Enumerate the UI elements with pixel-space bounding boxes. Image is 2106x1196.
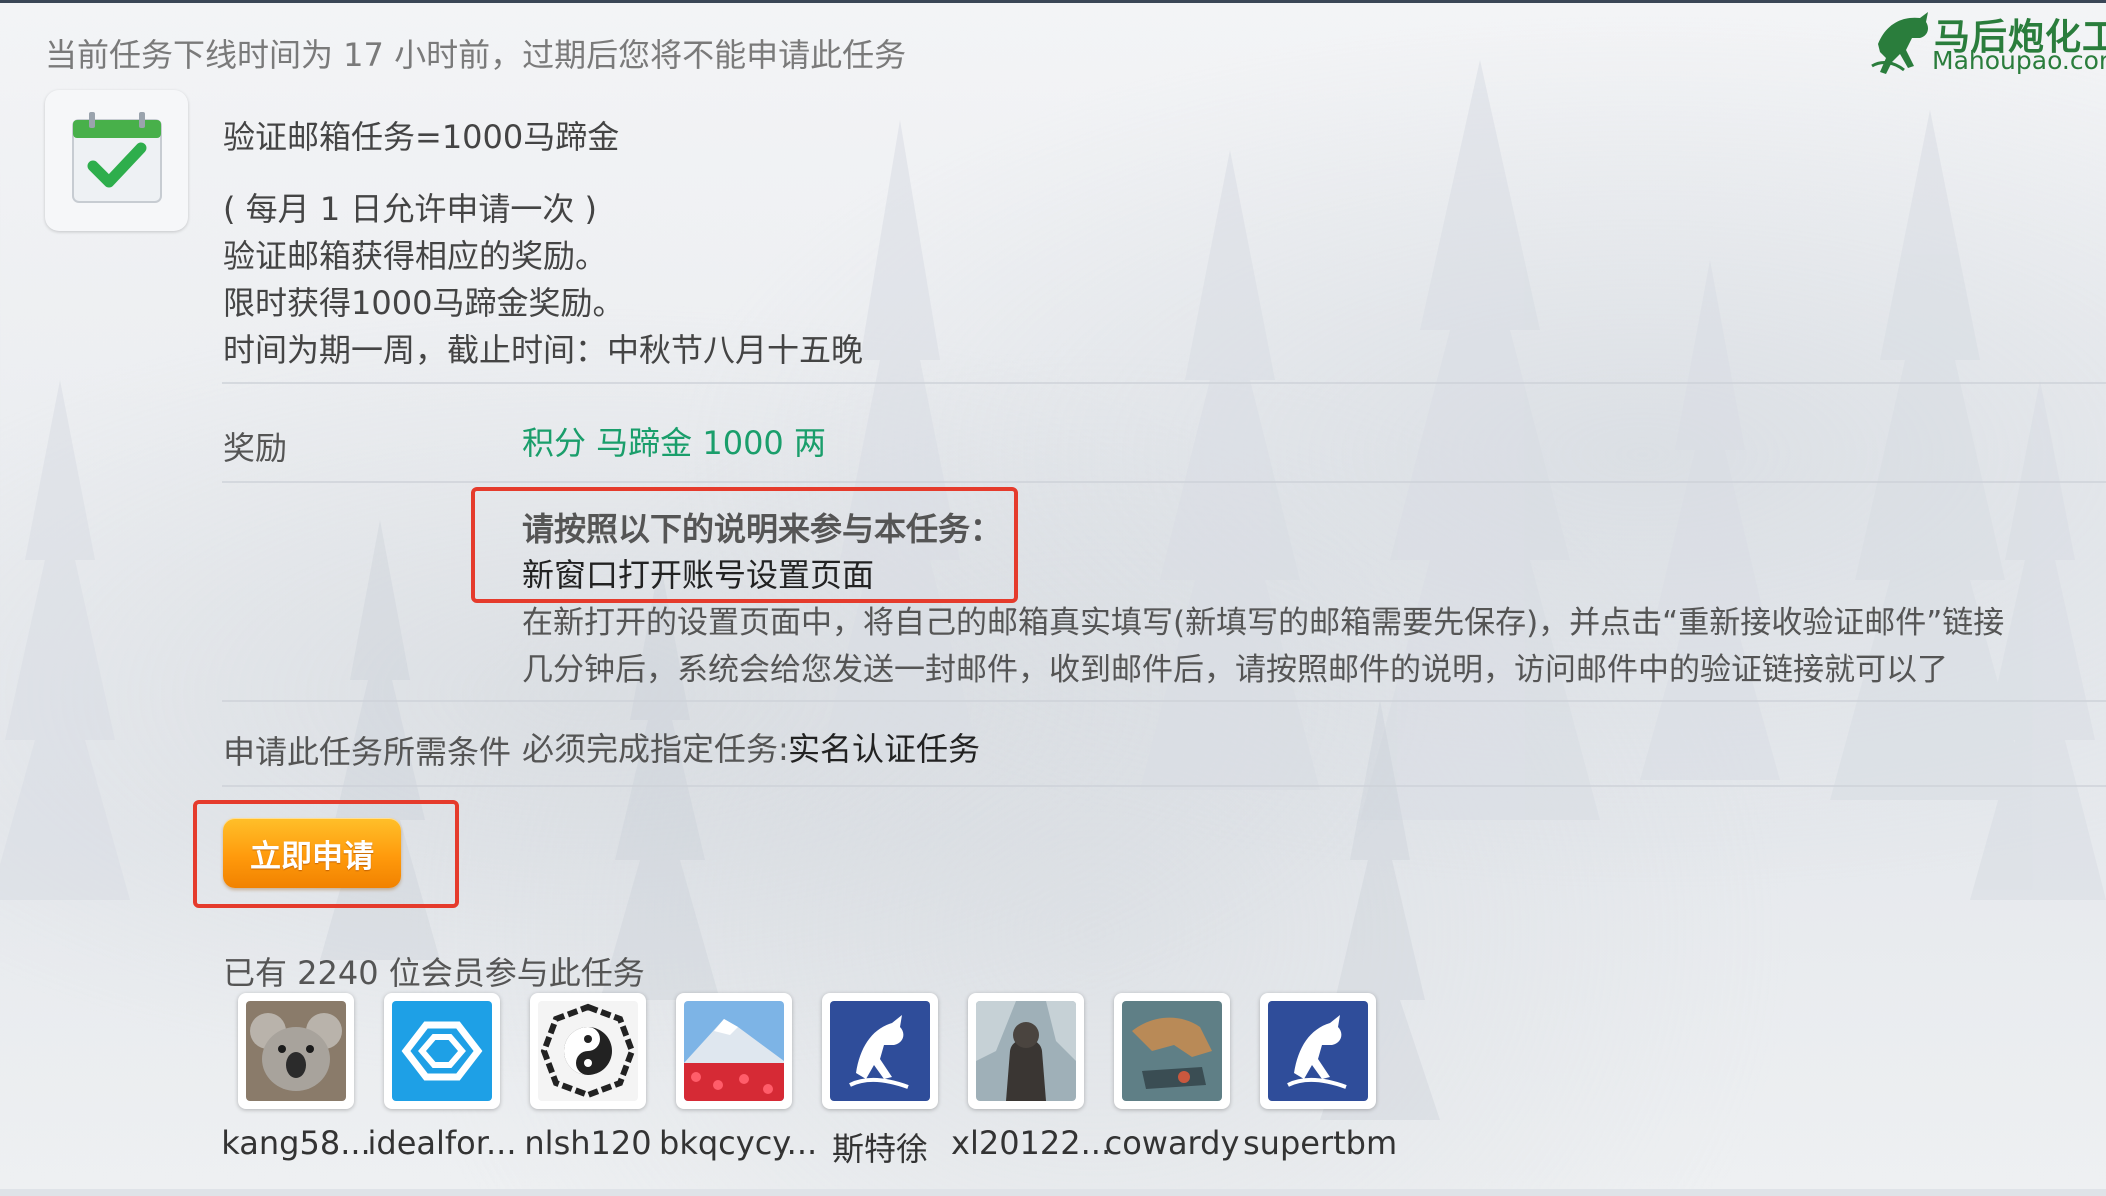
divider bbox=[222, 700, 2106, 702]
divider bbox=[222, 382, 2106, 384]
reward-value: 积分 马蹄金 1000 两 bbox=[522, 424, 826, 462]
task-desc-line: 时间为期一周，截止时间：中秋节八月十五晚 bbox=[223, 331, 864, 369]
member-name[interactable]: 斯特徐 bbox=[805, 1124, 955, 1170]
task-desc-line: ( 每月 1 日允许申请一次 ) bbox=[223, 190, 598, 228]
task-expiry-notice: 当前任务下线时间为 17 小时前，过期后您将不能申请此任务 bbox=[45, 36, 907, 74]
member-name[interactable]: idealfor... bbox=[367, 1124, 517, 1162]
task-title: 验证邮箱任务=1000马蹄金 bbox=[223, 118, 620, 156]
instructions-text: 在新打开的设置页面中，将自己的邮箱真实填写(新填写的邮箱需要先保存)，并点击“重… bbox=[522, 605, 2005, 641]
divider bbox=[222, 785, 2106, 787]
member-name[interactable]: supertbm bbox=[1243, 1124, 1397, 1162]
avatar[interactable] bbox=[676, 993, 792, 1109]
avatar[interactable] bbox=[822, 993, 938, 1109]
tiger-art-avatar-icon bbox=[1122, 1001, 1222, 1101]
site-logo[interactable]: 马后炮化工 Mahoupao.com bbox=[1868, 4, 2106, 80]
calendar-check-icon bbox=[45, 90, 188, 231]
horse-avatar-icon bbox=[830, 1001, 930, 1101]
instructions-highlight-box bbox=[471, 487, 1018, 603]
calendar-check-svg bbox=[72, 112, 162, 203]
reward-label: 奖励 bbox=[223, 429, 288, 467]
avatar[interactable] bbox=[968, 993, 1084, 1109]
avatar[interactable] bbox=[238, 993, 354, 1109]
bottom-border bbox=[0, 1189, 2106, 1196]
required-task-link[interactable]: 实名认证任务 bbox=[788, 724, 980, 770]
member-name[interactable]: kang58... bbox=[221, 1124, 371, 1162]
member-name[interactable]: nlsh120 bbox=[513, 1124, 663, 1162]
horse-logo-icon bbox=[1871, 12, 1928, 74]
member-name[interactable]: xl20122... bbox=[951, 1124, 1111, 1162]
avatar[interactable] bbox=[1260, 993, 1376, 1109]
instructions-text: 几分钟后，系统会给您发送一封邮件，收到邮件后，请按照邮件的说明，访问邮件中的验证… bbox=[522, 652, 1948, 688]
avatar[interactable] bbox=[530, 993, 646, 1109]
member-count: 已有 2240 位会员参与此任务 bbox=[223, 954, 645, 992]
blue-logo-avatar-icon bbox=[392, 1001, 492, 1101]
horse-avatar-icon bbox=[1268, 1001, 1368, 1101]
avatar[interactable] bbox=[384, 993, 500, 1109]
requirement-label: 申请此任务所需条件 bbox=[223, 733, 512, 771]
apply-now-button[interactable]: 立即申请 bbox=[223, 818, 401, 888]
member-name[interactable]: bkqcycy... bbox=[659, 1124, 817, 1162]
warrior-avatar-icon bbox=[976, 1001, 1076, 1101]
mountain-flowers-avatar-icon bbox=[684, 1001, 784, 1101]
requirement-prefix: 必须完成指定任务: bbox=[522, 730, 789, 768]
task-desc-line: 验证邮箱获得相应的奖励。 bbox=[223, 237, 608, 275]
logo-domain-text: Mahoupao.com bbox=[1932, 46, 2106, 75]
bagua-avatar-icon bbox=[538, 1001, 638, 1101]
avatar[interactable] bbox=[1114, 993, 1230, 1109]
task-desc-line: 限时获得1000马蹄金奖励。 bbox=[223, 284, 625, 322]
divider bbox=[222, 481, 2106, 483]
member-name[interactable]: cowardy bbox=[1097, 1124, 1247, 1162]
koala-avatar-icon bbox=[246, 1001, 346, 1101]
